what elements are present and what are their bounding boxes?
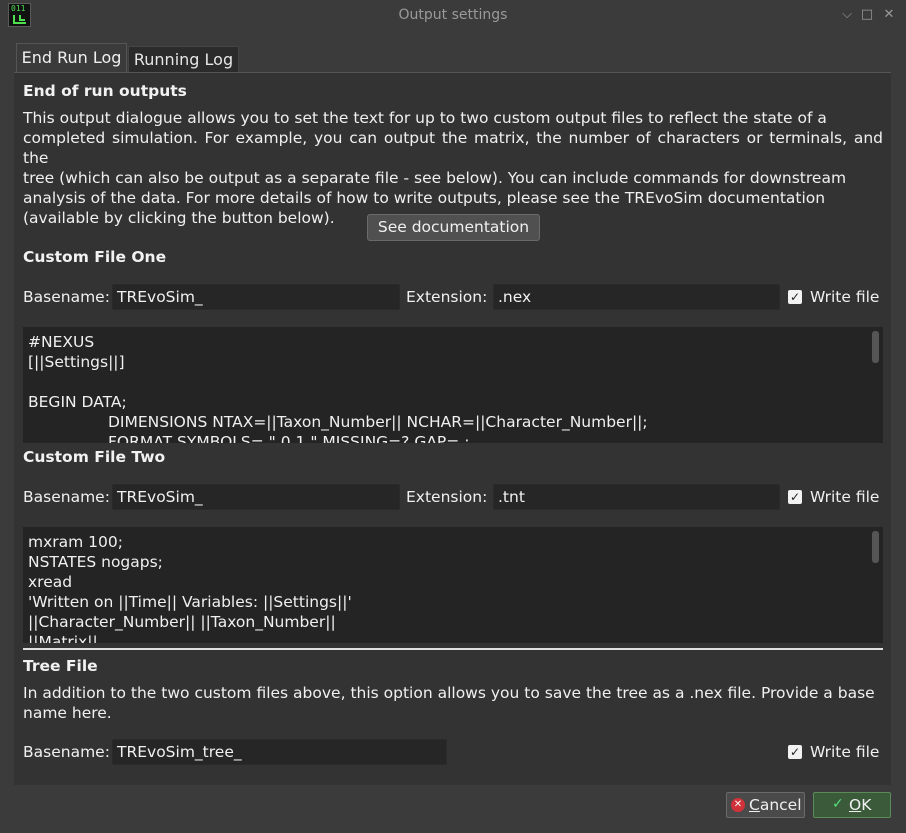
tree-write-label: Write file bbox=[810, 743, 880, 761]
cancel-label-rest: ancel bbox=[759, 796, 802, 814]
file-two-extension-input[interactable]: .tnt bbox=[493, 484, 780, 510]
editor-line: DIMENSIONS NTAX=||Taxon_Number|| NCHAR=|… bbox=[108, 413, 648, 431]
cancel-mnemonic: C bbox=[749, 796, 760, 814]
ok-button[interactable]: ✓ OK bbox=[813, 792, 891, 818]
window-title: Output settings bbox=[398, 7, 508, 23]
file-two-write-checkbox[interactable]: ✓ bbox=[788, 490, 802, 504]
file-one-basename-input[interactable]: TREvoSim_ bbox=[112, 284, 400, 310]
tree-basename-input[interactable]: TREvoSim_tree_ bbox=[112, 739, 447, 765]
ok-label: OK bbox=[849, 793, 871, 817]
cancel-icon: ✕ bbox=[731, 798, 745, 812]
file-one-extension-input[interactable]: .nex bbox=[493, 284, 780, 310]
ok-label-rest: K bbox=[861, 796, 872, 814]
file-two-write-label: Write file bbox=[810, 488, 880, 506]
file-two-basename-label: Basename: bbox=[23, 488, 110, 506]
file-one-scrollbar[interactable] bbox=[872, 331, 879, 363]
see-documentation-button[interactable]: See documentation bbox=[367, 214, 540, 241]
check-icon: ✓ bbox=[832, 796, 844, 812]
editor-line: mxram 100; bbox=[28, 533, 123, 551]
tree-file-text: In addition to the two custom files abov… bbox=[23, 683, 883, 723]
tree-basename-label: Basename: bbox=[23, 743, 110, 761]
intro-text: This output dialogue allows you to set t… bbox=[23, 108, 883, 228]
editor-line: ||Matrix|| bbox=[28, 633, 98, 643]
tab-running-log[interactable]: Running Log bbox=[128, 46, 239, 73]
editor-line: ||Character_Number|| ||Taxon_Number|| bbox=[28, 613, 336, 631]
end-of-run-heading: End of run outputs bbox=[23, 82, 187, 100]
intro-line: completed simulation. For example, you c… bbox=[23, 129, 883, 167]
intro-line: This output dialogue allows you to set t… bbox=[23, 109, 827, 127]
editor-line: 'Written on ||Time|| Variables: ||Settin… bbox=[28, 593, 352, 611]
editor-line: BEGIN DATA; bbox=[28, 393, 127, 411]
editor-line: [||Settings||] bbox=[28, 353, 125, 371]
tree-write-checkbox[interactable]: ✓ bbox=[788, 745, 802, 759]
tree-line: In addition to the two custom files abov… bbox=[23, 684, 875, 702]
tree-file-heading: Tree File bbox=[23, 657, 98, 675]
file-one-basename-label: Basename: bbox=[23, 288, 110, 306]
intro-line: analysis of the data. For more details o… bbox=[23, 189, 826, 207]
custom-file-one-heading: Custom File One bbox=[23, 248, 167, 266]
file-one-write-label: Write file bbox=[810, 288, 880, 306]
close-icon[interactable]: ✕ bbox=[881, 6, 897, 24]
file-one-content-editor[interactable]: #NEXUS [||Settings||] BEGIN DATA; DIMENS… bbox=[23, 327, 883, 443]
file-one-extension-label: Extension: bbox=[406, 288, 488, 306]
title-bar: 011 Output settings ⌵ □ ✕ bbox=[0, 0, 906, 32]
maximize-icon[interactable]: □ bbox=[859, 6, 875, 24]
tab-end-run-log[interactable]: End Run Log bbox=[16, 43, 127, 73]
editor-line: FORMAT SYMBOLS= " 0 1 " MISSING=? GAP= ; bbox=[108, 433, 470, 443]
file-two-scrollbar[interactable] bbox=[872, 531, 879, 563]
file-one-write-checkbox[interactable]: ✓ bbox=[788, 290, 802, 304]
editor-line: xread bbox=[28, 573, 73, 591]
file-two-basename-input[interactable]: TREvoSim_ bbox=[112, 484, 400, 510]
section-divider bbox=[23, 648, 883, 650]
intro-line: tree (which can also be output as a sepa… bbox=[23, 169, 847, 187]
minimize-icon[interactable]: ⌵ bbox=[839, 6, 855, 24]
cancel-label: Cancel bbox=[749, 793, 802, 817]
tree-line: name here. bbox=[23, 704, 112, 722]
editor-line: #NEXUS bbox=[28, 333, 95, 351]
editor-line: NSTATES nogaps; bbox=[28, 553, 163, 571]
file-two-content-editor[interactable]: mxram 100; NSTATES nogaps; xread 'Writte… bbox=[23, 527, 883, 643]
custom-file-two-heading: Custom File Two bbox=[23, 448, 166, 466]
cancel-button[interactable]: ✕ Cancel bbox=[726, 792, 805, 818]
ok-mnemonic: O bbox=[849, 796, 862, 814]
file-two-extension-label: Extension: bbox=[406, 488, 488, 506]
